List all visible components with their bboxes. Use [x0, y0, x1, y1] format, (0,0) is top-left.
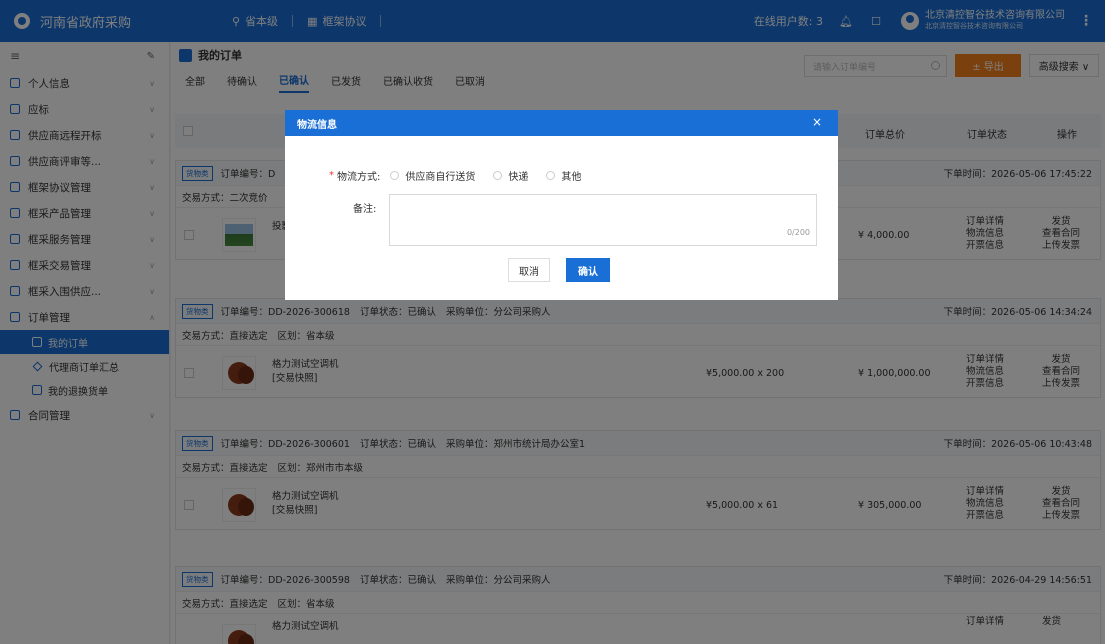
radio-label: 快递 [508, 172, 529, 183]
radio-circle [546, 171, 556, 180]
logistics-method-label: 物流方式: [337, 172, 381, 183]
modal-title: 物流信息 [297, 119, 337, 131]
char-counter: 0/200 [786, 228, 810, 237]
close-icon[interactable]: × [812, 115, 822, 129]
remark-label: 备注: [353, 204, 377, 215]
radio-express[interactable]: 快递 [493, 168, 528, 183]
radio-circle [390, 171, 400, 180]
radio-circle [493, 171, 503, 180]
required-mark: * [329, 170, 334, 181]
radio-label: 供应商自行送货 [405, 172, 476, 183]
modal-overlay[interactable] [0, 0, 1105, 644]
radio-label: 其他 [561, 172, 582, 183]
modal-header: 物流信息 × [285, 110, 838, 136]
logistics-method-row: * 物流方式: 供应商自行送货 快递 其他 [329, 168, 599, 183]
logistics-modal: 物流信息 × * 物流方式: 供应商自行送货 快递 其他 备注: 0/200 取… [285, 110, 838, 300]
cancel-button[interactable]: 取消 [508, 258, 550, 282]
radio-self-delivery[interactable]: 供应商自行送货 [390, 168, 475, 183]
remark-row: 备注: [353, 200, 376, 215]
confirm-button[interactable]: 确认 [566, 258, 610, 282]
remark-textarea[interactable]: 0/200 [389, 194, 817, 246]
radio-other[interactable]: 其他 [546, 168, 581, 183]
